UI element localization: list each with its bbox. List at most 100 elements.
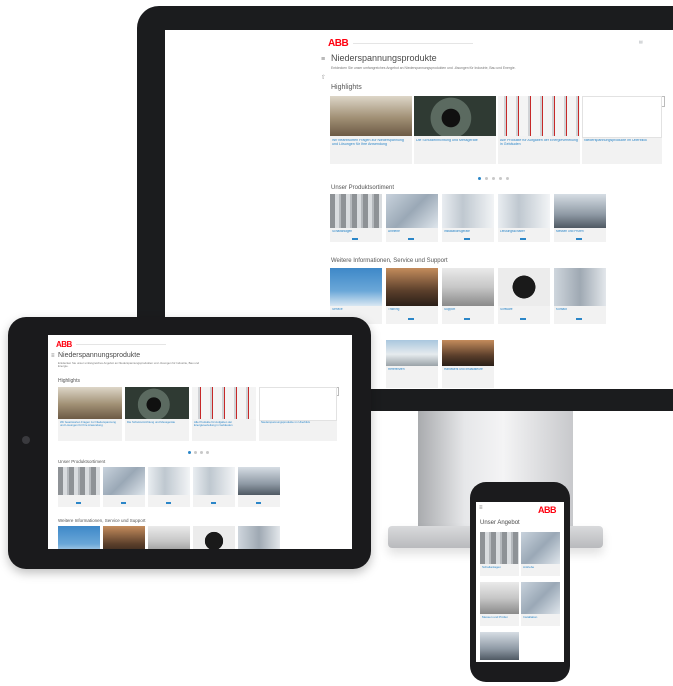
info-card[interactable]	[148, 526, 190, 549]
top-right-nav[interactable]: ▤	[639, 39, 643, 44]
info-card[interactable]: Training	[386, 268, 438, 324]
product-text[interactable]: Leistungsschalter	[500, 230, 548, 234]
gear-image-icon	[103, 467, 145, 495]
info-card[interactable]	[58, 526, 100, 549]
highlight-text[interactable]: Die Schutzeinrichtung und Messgeräte	[416, 139, 494, 143]
carousel-dot[interactable]	[499, 177, 502, 180]
phone-item-card[interactable]: Antriebe	[521, 532, 560, 576]
abb-logo[interactable]: ABB	[56, 340, 72, 349]
extra-card[interactable]: Referenzen	[386, 340, 438, 388]
highlight-text[interactable]: Alle Produkte für Aufgaben der Energieve…	[500, 139, 578, 147]
product-card[interactable]: Installationsgeräte	[442, 194, 494, 242]
highlight-text[interactable]: Niederspannungsprodukte im Überblick	[584, 139, 660, 143]
carousel-dot[interactable]	[492, 177, 495, 180]
info-card[interactable]: Support	[442, 268, 494, 324]
highlight-card[interactable]: Niederspannungsprodukte im Überblick	[582, 96, 662, 164]
highlight-card[interactable]: Niederspannungsprodukte im Überblick	[259, 387, 337, 441]
share-icon[interactable]: ⇧	[321, 74, 326, 81]
phone-item-card[interactable]	[480, 632, 519, 660]
phone-item-text[interactable]: Schaltanlagen	[482, 566, 517, 569]
highlight-card[interactable]: Wir beantworten Fragen zur Niederspannun…	[58, 387, 122, 441]
highlights-heading: Highlights	[331, 84, 362, 91]
top-nav-line	[353, 43, 473, 44]
carousel-dot-active[interactable]	[188, 451, 191, 454]
info-card[interactable]: Kontakt	[554, 268, 606, 324]
product-card[interactable]	[148, 467, 190, 507]
info-card[interactable]	[238, 526, 280, 549]
product-card[interactable]	[193, 467, 235, 507]
carousel-dot[interactable]	[485, 177, 488, 180]
phone-item-card[interactable]: Schaltanlagen	[480, 532, 519, 576]
carousel-dot[interactable]	[194, 451, 197, 454]
highlight-card[interactable]: Alle Produkte für Aufgaben der Energieve…	[498, 96, 580, 164]
card-marker	[211, 502, 216, 504]
phone-item-card[interactable]: Installation	[521, 582, 560, 626]
phone-item-card[interactable]: Messen und Prüfen	[480, 582, 519, 626]
people-image-icon	[442, 340, 494, 366]
page-intro: Entdecken Sie unser umfangreiches Angebo…	[58, 361, 200, 369]
carousel-dot[interactable]	[200, 451, 203, 454]
blank-image-icon	[259, 387, 337, 421]
carousel-dot-active[interactable]	[478, 177, 481, 180]
extra-text[interactable]: Handwerk und Installateure	[444, 368, 492, 372]
extra-text[interactable]: Referenzen	[388, 368, 436, 372]
highlight-card[interactable]: Die Schutzeinrichtung und Messgeräte	[414, 96, 496, 164]
menu-icon[interactable]: ≡	[51, 353, 55, 359]
info-card[interactable]: Software	[498, 268, 550, 324]
pillar-image-icon	[148, 467, 190, 495]
abb-logo[interactable]: ABB	[538, 505, 557, 515]
worker-image-icon	[480, 632, 519, 660]
tools-image-icon	[442, 268, 494, 306]
product-card[interactable]	[58, 467, 100, 507]
product-card[interactable]	[103, 467, 145, 507]
phone-item-text[interactable]: Messen und Prüfen	[482, 616, 517, 619]
phone-item-text[interactable]: Antriebe	[523, 566, 558, 569]
info-text[interactable]: Support	[444, 308, 492, 312]
highlight-card[interactable]: Die Schutzeinrichtung und Messgeräte	[125, 387, 189, 441]
card-marker	[408, 318, 414, 320]
menu-icon[interactable]: ≡	[479, 505, 483, 511]
product-text[interactable]: Antriebe	[388, 230, 436, 234]
product-text[interactable]: Installationsgeräte	[444, 230, 492, 234]
tool-image-icon	[480, 582, 519, 614]
info-card[interactable]: Service	[330, 268, 382, 324]
product-card[interactable]: Messen und Prüfen	[554, 194, 606, 242]
info-text[interactable]: Training	[388, 308, 436, 312]
info-text[interactable]: Software	[500, 308, 548, 312]
phone-item-text[interactable]: Installation	[523, 616, 558, 619]
gear-image-icon	[386, 194, 438, 228]
highlight-text[interactable]: Die Schutzeinrichtung und Messgeräte	[127, 421, 187, 424]
top-nav-line	[76, 344, 166, 345]
worker-image-icon	[554, 194, 606, 228]
abb-logo[interactable]: ABB	[328, 38, 349, 49]
product-text[interactable]: Messen und Prüfen	[556, 230, 604, 234]
menu-icon[interactable]: ≡	[321, 56, 325, 63]
info-card[interactable]	[103, 526, 145, 549]
card-marker	[166, 502, 171, 504]
highlight-card[interactable]: Alle Produkte für Aufgaben der Energieve…	[192, 387, 256, 441]
highlight-card[interactable]: Wir beantworten Fragen zur Niederspannun…	[330, 96, 412, 164]
info-text[interactable]: Service	[332, 308, 380, 312]
product-card[interactable]: Schaltanlagen	[330, 194, 382, 242]
info-card[interactable]	[193, 526, 235, 549]
product-card[interactable]: Leistungsschalter	[498, 194, 550, 242]
product-text[interactable]: Schaltanlagen	[332, 230, 380, 234]
carousel-dot[interactable]	[506, 177, 509, 180]
highlight-text[interactable]: Alle Produkte für Aufgaben der Energieve…	[194, 421, 254, 427]
plant-image-icon	[58, 387, 122, 419]
product-card[interactable]: Antriebe	[386, 194, 438, 242]
info-heading: Weitere Informationen, Service und Suppo…	[58, 518, 146, 523]
highlight-text[interactable]: Wir beantworten Fragen zur Niederspannun…	[332, 139, 410, 147]
blank-image-icon	[582, 96, 662, 138]
tablet-screen: ABB ≡ Niederspannungsprodukte Entdecken …	[48, 335, 352, 549]
extra-card[interactable]: Handwerk und Installateure	[442, 340, 494, 388]
info-text[interactable]: Kontakt	[556, 308, 604, 312]
breaker-image-icon	[192, 387, 256, 419]
product-card[interactable]	[238, 467, 280, 507]
smartphone-device: ≡ ABB Unser Angebot Schaltanlagen Antrie…	[470, 482, 570, 682]
device-image-icon	[498, 268, 550, 306]
highlight-text[interactable]: Wir beantworten Fragen zur Niederspannun…	[60, 421, 120, 427]
cabinet-image-icon	[193, 467, 235, 495]
carousel-dot[interactable]	[206, 451, 209, 454]
highlight-text[interactable]: Niederspannungsprodukte im Überblick	[261, 421, 335, 424]
